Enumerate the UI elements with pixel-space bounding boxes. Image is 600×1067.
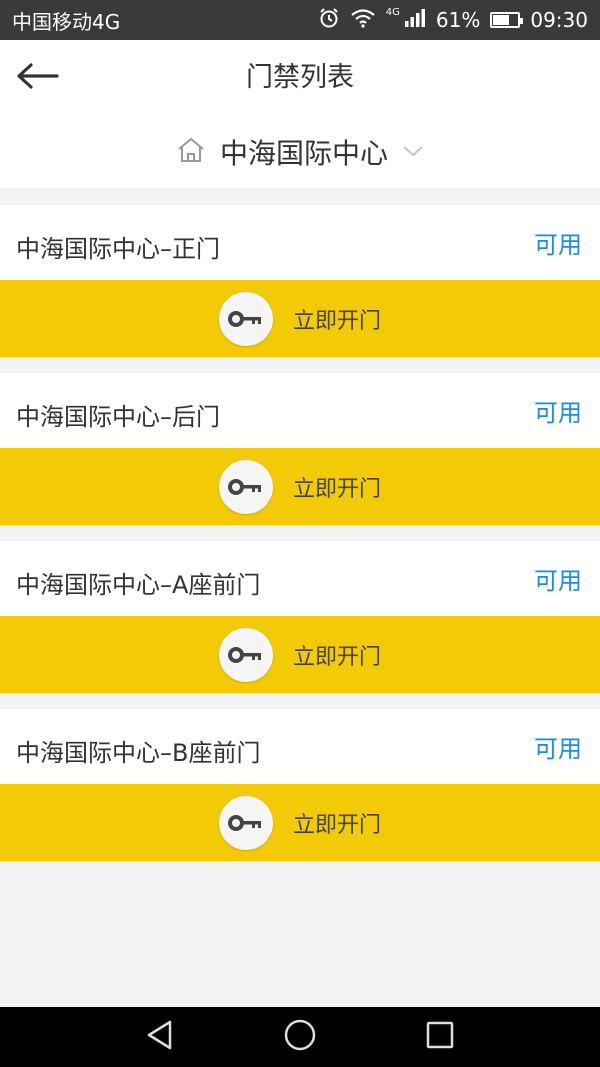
triangle-back-icon [145,1019,175,1055]
signal-icon [404,8,426,33]
circle-home-icon [283,1018,317,1056]
door-card: 中海国际中心–后门 可用 立即开门 [0,373,600,525]
door-name: 中海国际中心–A座前门 [16,571,261,599]
chevron-down-icon [402,143,424,162]
door-status: 可用 [534,231,582,259]
open-door-label: 立即开门 [292,476,381,502]
open-door-button[interactable]: 立即开门 [0,448,600,525]
network-type-label: 4G [385,6,400,18]
door-card: 中海国际中心–B座前门 可用 立即开门 [0,709,600,861]
nav-home-button[interactable] [270,1007,330,1067]
door-status: 可用 [534,735,582,763]
door-card: 中海国际中心–正门 可用 立即开门 [0,205,600,357]
battery-percent: 61% [435,8,481,32]
open-door-button[interactable]: 立即开门 [0,616,600,693]
carrier-label: 中国移动4G [12,9,121,34]
door-info: 中海国际中心–B座前门 可用 [0,709,600,784]
open-door-label: 立即开门 [292,308,381,334]
open-door-label: 立即开门 [292,812,381,838]
battery-fill [493,15,510,25]
status-bar: 中国移动4G 4G 61% 09:30 [0,0,600,40]
key-icon [218,291,273,346]
open-door-button[interactable]: 立即开门 [0,280,600,357]
page-title: 门禁列表 [246,62,354,93]
key-icon [218,795,273,850]
nav-back-button[interactable] [130,1007,190,1067]
door-card: 中海国际中心–A座前门 可用 立即开门 [0,541,600,693]
home-icon [176,136,206,168]
door-list: 中海国际中心–正门 可用 立即开门 中海国际中心–后门 可用 立即开门 中海国际… [0,205,600,877]
open-door-label: 立即开门 [292,644,381,670]
open-door-button[interactable]: 立即开门 [0,784,600,861]
battery-icon [490,12,524,28]
back-button[interactable] [12,56,62,100]
location-selector[interactable]: 中海国际中心 [0,116,600,188]
door-status: 可用 [534,399,582,427]
clock: 09:30 [530,8,588,32]
door-name: 中海国际中心–后门 [16,403,220,431]
system-nav-bar [0,1007,600,1067]
app-header: 门禁列表 [0,40,600,116]
door-info: 中海国际中心–正门 可用 [0,205,600,280]
square-recent-icon [425,1020,455,1054]
door-info: 中海国际中心–后门 可用 [0,373,600,448]
nav-recent-button[interactable] [410,1007,470,1067]
key-icon [218,459,273,514]
arrow-left-icon [15,62,59,94]
door-name: 中海国际中心–正门 [16,235,220,263]
key-icon [218,627,273,682]
door-name: 中海国际中心–B座前门 [16,739,261,767]
wifi-icon [350,8,376,33]
location-name: 中海国际中心 [219,137,388,170]
door-info: 中海国际中心–A座前门 可用 [0,541,600,616]
status-icons: 4G 61% 09:30 [318,7,588,34]
alarm-icon [318,7,340,34]
door-status: 可用 [534,567,582,595]
